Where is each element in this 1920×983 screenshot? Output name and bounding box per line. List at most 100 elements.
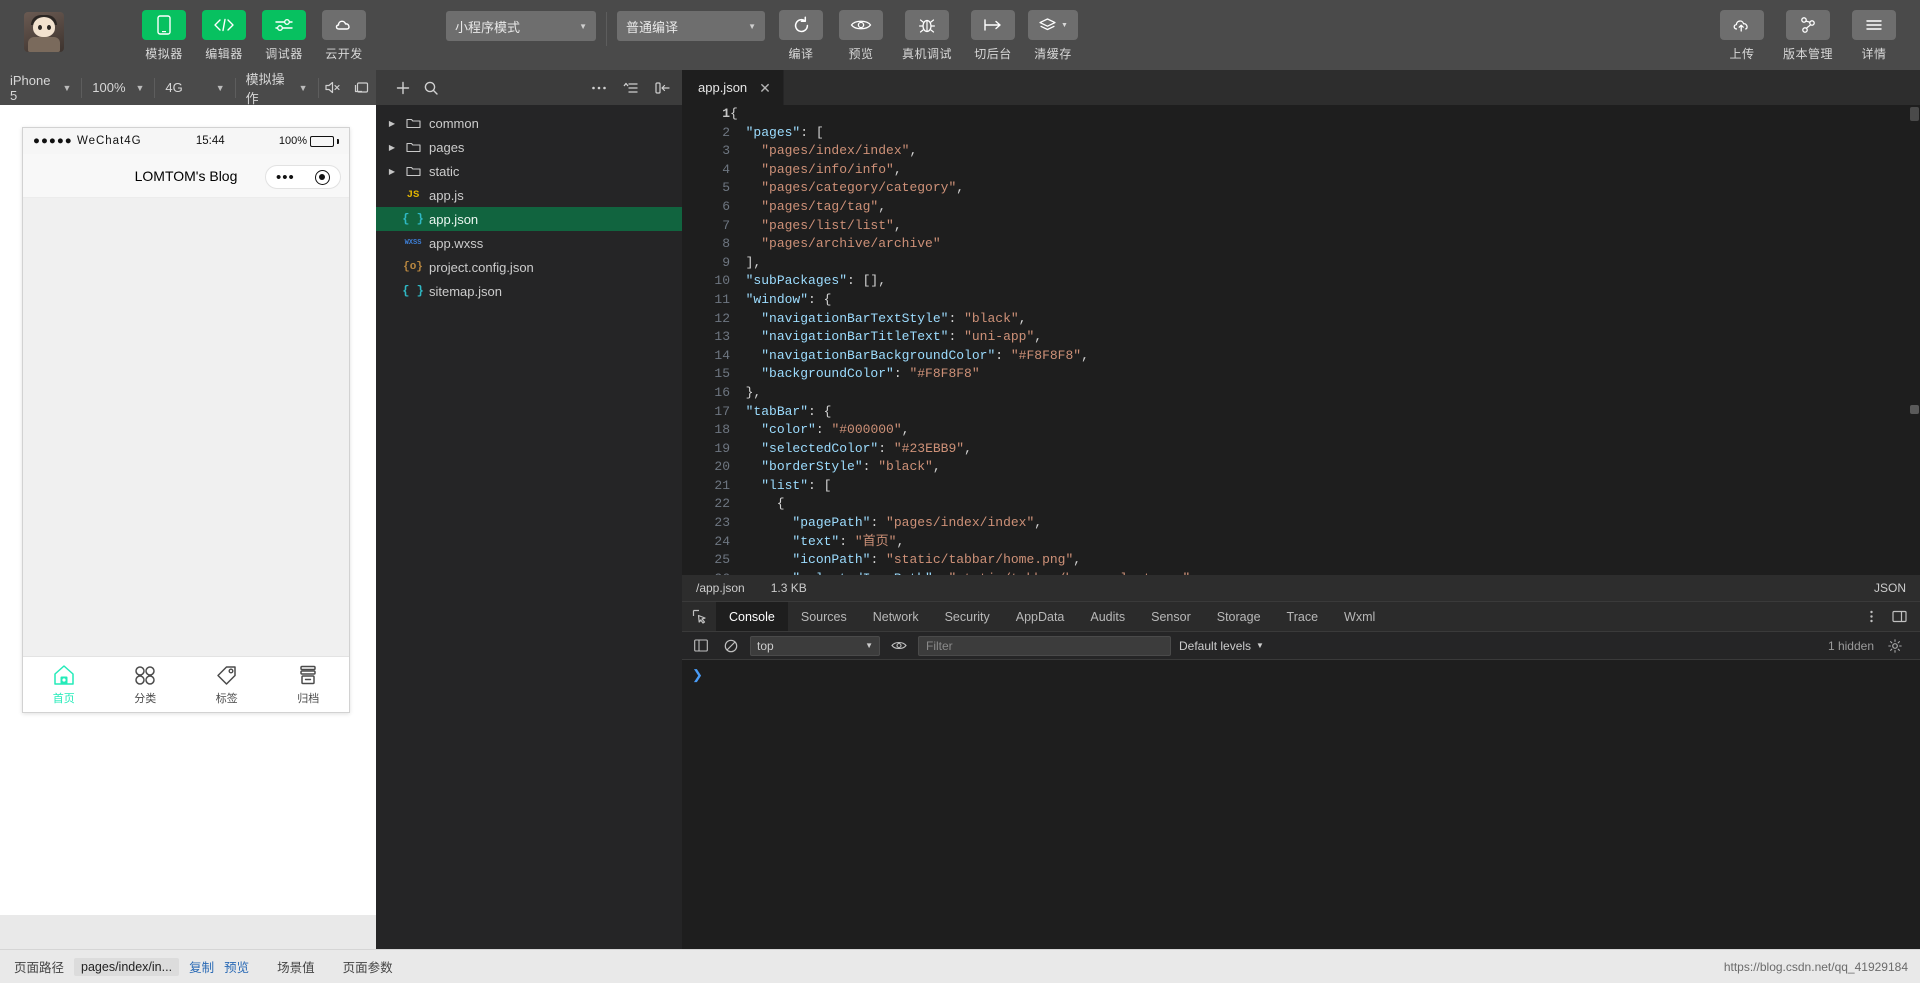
editor-scrollbar-thumb[interactable] <box>1910 107 1919 121</box>
chevron-right-icon[interactable]: ▶ <box>384 167 400 176</box>
line-source[interactable]: ], <box>730 254 1190 273</box>
tabbar-item-home[interactable]: 首页 <box>23 663 105 706</box>
zoom-select[interactable]: 100% ▼ <box>82 70 154 105</box>
console-tab-sensor[interactable]: Sensor <box>1138 602 1204 631</box>
console-levels-select[interactable]: Default levels ▼ <box>1179 639 1264 653</box>
console-tab-appdata[interactable]: AppData <box>1003 602 1078 631</box>
rotate-screen-icon[interactable] <box>347 70 376 105</box>
close-icon[interactable]: ✕ <box>759 81 771 95</box>
inspect-element-icon[interactable] <box>682 602 716 631</box>
tree-item-app-js[interactable]: JS app.js <box>376 183 682 207</box>
line-source[interactable]: "selectedColor": "#23EBB9", <box>730 440 1190 459</box>
toolbar-button-background[interactable]: 切后台 <box>963 0 1023 62</box>
clear-console-icon[interactable] <box>720 635 742 657</box>
tree-item-static[interactable]: ▶ static <box>376 159 682 183</box>
console-tab-security[interactable]: Security <box>932 602 1003 631</box>
line-source[interactable]: "selectedIconPath": "static/tabbar/home-… <box>730 570 1190 575</box>
chevron-right-icon[interactable]: ▶ <box>384 119 400 128</box>
chevron-right-icon[interactable]: ▶ <box>384 143 400 152</box>
line-source[interactable]: { <box>730 495 1190 514</box>
capsule-button[interactable]: ••• <box>265 165 341 189</box>
line-source[interactable]: "borderStyle": "black", <box>730 458 1190 477</box>
toolbar-button-real-device-debug[interactable]: 真机调试 <box>891 0 963 62</box>
line-source[interactable]: "window": { <box>730 291 1190 310</box>
user-avatar[interactable] <box>24 12 64 52</box>
line-source[interactable]: "pages/archive/archive" <box>730 235 1190 254</box>
add-file-icon[interactable] <box>388 70 418 105</box>
console-output[interactable]: ❯ <box>682 660 1920 949</box>
tree-item-project-config[interactable]: {o} project.config.json <box>376 255 682 279</box>
tabbar-item-tag[interactable]: 标签 <box>186 663 268 706</box>
tree-item-common[interactable]: ▶ common <box>376 111 682 135</box>
console-tab-storage[interactable]: Storage <box>1204 602 1274 631</box>
editor-scrollbar[interactable] <box>1908 105 1920 575</box>
tree-item-app-json[interactable]: { } app.json <box>376 207 682 231</box>
mock-operation-select[interactable]: 模拟操作 ▼ <box>236 70 318 106</box>
line-source[interactable]: "pages/tag/tag", <box>730 198 1190 217</box>
toolbar-button-simulator[interactable]: 模拟器 <box>134 0 194 62</box>
line-source[interactable]: "pages/list/list", <box>730 217 1190 236</box>
line-source[interactable]: "pages": [ <box>730 124 1190 143</box>
console-settings-more-icon[interactable] <box>1858 602 1884 632</box>
compile-select[interactable]: 普通编译 ▼ <box>617 11 765 41</box>
gear-icon[interactable] <box>1884 635 1906 657</box>
live-expression-eye-icon[interactable] <box>888 635 910 657</box>
line-source[interactable]: "pagePath": "pages/index/index", <box>730 514 1190 533</box>
console-tab-audits[interactable]: Audits <box>1077 602 1138 631</box>
line-source[interactable]: "pages/category/category", <box>730 179 1190 198</box>
tabbar-item-category[interactable]: 分类 <box>105 663 187 706</box>
line-source[interactable]: "pages/info/info", <box>730 161 1190 180</box>
mute-icon[interactable] <box>318 70 347 105</box>
line-source[interactable]: "navigationBarTitleText": "uni-app", <box>730 328 1190 347</box>
copy-link[interactable]: 复制 <box>189 957 214 976</box>
toolbar-button-upload[interactable]: 上传 <box>1712 0 1772 62</box>
preview-link[interactable]: 预览 <box>224 957 249 976</box>
search-icon[interactable] <box>416 70 446 105</box>
line-source[interactable]: "iconPath": "static/tabbar/home.png", <box>730 551 1190 570</box>
tree-item-app-wxss[interactable]: WXSS app.wxss <box>376 231 682 255</box>
toolbar-button-details[interactable]: 详情 <box>1844 0 1904 62</box>
collapse-all-icon[interactable] <box>616 70 646 105</box>
tabbar-item-archive[interactable]: 归档 <box>268 663 350 706</box>
toolbar-button-editor[interactable]: 编辑器 <box>194 0 254 62</box>
editor-status-language[interactable]: JSON <box>1874 581 1906 595</box>
line-source[interactable]: "subPackages": [], <box>730 272 1190 291</box>
console-context-select[interactable]: top ▼ <box>750 635 880 656</box>
toolbar-button-preview[interactable]: 预览 <box>831 0 891 62</box>
more-icon[interactable]: ••• <box>276 170 295 185</box>
console-sidebar-toggle-icon[interactable] <box>690 635 712 657</box>
toolbar-button-version-control[interactable]: 版本管理 <box>1772 0 1844 62</box>
device-select[interactable]: iPhone 5 ▼ <box>0 70 81 105</box>
line-source[interactable]: "list": [ <box>730 477 1190 496</box>
line-source[interactable]: "pages/index/index", <box>730 142 1190 161</box>
line-source[interactable]: "navigationBarBackgroundColor": "#F8F8F8… <box>730 347 1190 366</box>
tree-item-pages[interactable]: ▶ pages <box>376 135 682 159</box>
line-source[interactable]: { <box>730 105 1190 124</box>
console-tab-sources[interactable]: Sources <box>788 602 860 631</box>
tree-item-sitemap-json[interactable]: { } sitemap.json <box>376 279 682 303</box>
more-icon[interactable] <box>584 70 614 105</box>
page-params-cell[interactable]: 页面参数 <box>329 950 407 983</box>
line-source[interactable]: "color": "#000000", <box>730 421 1190 440</box>
console-tab-network[interactable]: Network <box>860 602 932 631</box>
editor-tab-app-json[interactable]: app.json ✕ <box>682 70 784 105</box>
console-tab-trace[interactable]: Trace <box>1274 602 1332 631</box>
toolbar-button-cloud-dev[interactable]: 云开发 <box>314 0 374 62</box>
close-target-icon[interactable] <box>314 169 330 185</box>
line-source[interactable]: "backgroundColor": "#F8F8F8" <box>730 365 1190 384</box>
scene-value-cell[interactable]: 场景值 <box>263 950 329 983</box>
mode-select[interactable]: 小程序模式 ▼ <box>446 11 596 41</box>
toggle-sidebar-icon[interactable] <box>648 70 678 105</box>
toolbar-button-clear-cache[interactable]: ▼ 清缓存 <box>1023 0 1083 62</box>
console-filter-input[interactable] <box>918 635 1171 656</box>
line-source[interactable]: "navigationBarTextStyle": "black", <box>730 310 1190 329</box>
line-source[interactable]: }, <box>730 384 1190 403</box>
toolbar-button-debugger[interactable]: 调试器 <box>254 0 314 62</box>
code-editor[interactable]: 1{2 "pages": [3 "pages/index/index", 4 "p… <box>682 105 1920 575</box>
console-tab-wxml[interactable]: Wxml <box>1331 602 1388 631</box>
line-source[interactable]: "tabBar": { <box>730 403 1190 422</box>
toolbar-button-compile[interactable]: 编译 <box>771 0 831 62</box>
console-tab-console[interactable]: Console <box>716 602 788 631</box>
network-select[interactable]: 4G ▼ <box>155 70 234 105</box>
console-dock-icon[interactable] <box>1886 602 1912 632</box>
